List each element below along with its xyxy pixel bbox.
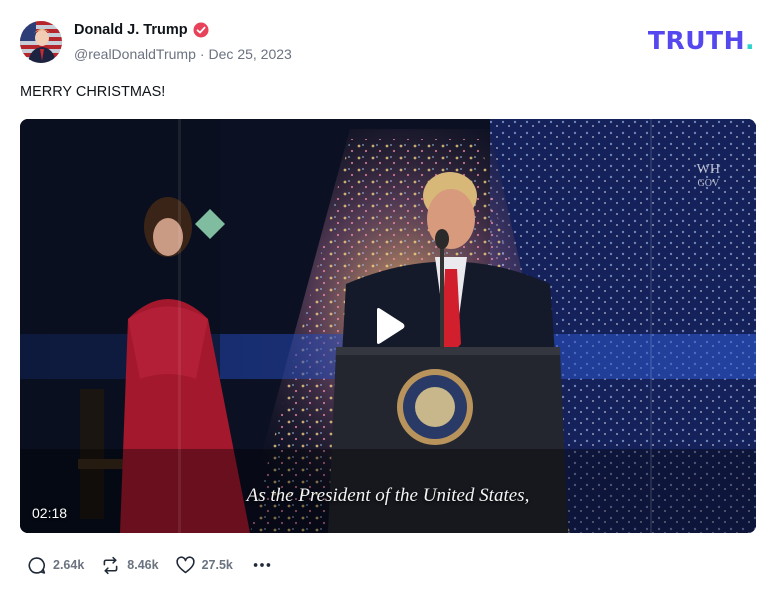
video-duration: 02:18 <box>32 505 68 521</box>
author-meta: @realDonaldTrump · Dec 25, 2023 <box>74 46 292 62</box>
post-card: Donald J. Trump @realDonaldTrump · Dec 2… <box>0 0 777 595</box>
more-dots-icon <box>253 563 271 567</box>
author-display-name[interactable]: Donald J. Trump <box>74 22 188 38</box>
truth-social-logo[interactable]: TRUTH. <box>648 28 755 53</box>
avatar-image <box>20 21 62 63</box>
verified-badge-icon <box>193 22 209 38</box>
like-button[interactable]: 27.5k <box>175 555 233 576</box>
reply-button[interactable]: 2.64k <box>26 555 84 576</box>
play-icon <box>377 308 405 344</box>
like-count: 27.5k <box>201 558 233 572</box>
author-name-row: Donald J. Trump <box>74 22 209 38</box>
wh-gov-watermark: WH GOV <box>697 163 720 191</box>
author-handle[interactable]: @realDonaldTrump <box>74 46 196 62</box>
brand-dot: . <box>745 26 755 55</box>
post-actions: 2.64k 8.46k 27.5k <box>26 554 273 576</box>
retruth-count: 8.46k <box>127 558 159 572</box>
retruth-button[interactable]: 8.46k <box>100 555 159 576</box>
reply-icon <box>28 556 46 574</box>
watermark-line1: WH <box>696 162 720 177</box>
watermark-line2: GOV <box>697 178 720 189</box>
avatar[interactable] <box>20 21 62 63</box>
more-options-button[interactable] <box>251 554 273 576</box>
brand-wordmark: TRUTH <box>647 26 745 55</box>
video-player[interactable]: WH GOV As the President of the United St… <box>20 119 756 533</box>
play-button[interactable] <box>366 304 410 348</box>
heart-icon <box>175 555 195 573</box>
meta-separator: · <box>199 46 205 62</box>
post-text: MERRY CHRISTMAS! <box>20 84 166 100</box>
video-caption: As the President of the United States, <box>246 485 530 506</box>
post-date[interactable]: Dec 25, 2023 <box>209 46 292 62</box>
retruth-icon <box>103 556 118 574</box>
reply-count: 2.64k <box>53 558 85 572</box>
